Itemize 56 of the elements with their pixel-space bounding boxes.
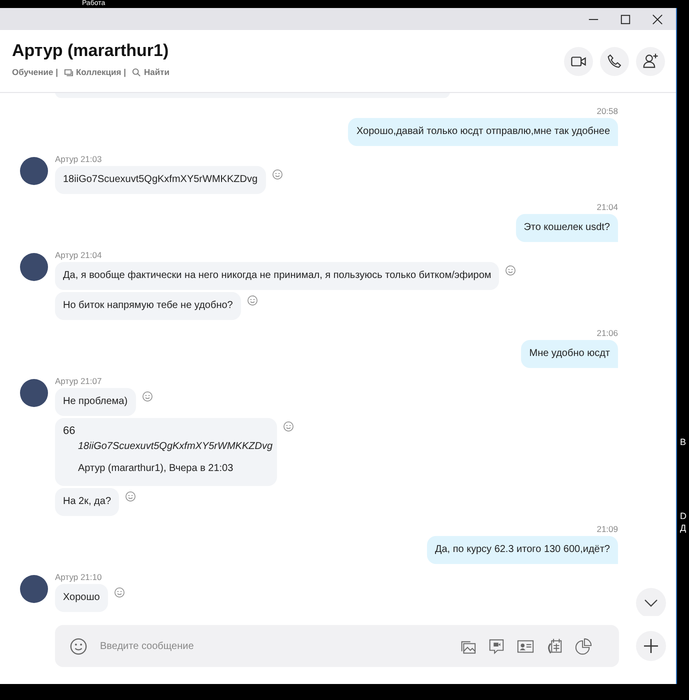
add-person-icon bbox=[642, 52, 660, 70]
emoji-icon[interactable] bbox=[272, 169, 283, 180]
poll-icon[interactable] bbox=[574, 636, 593, 656]
add-contact-button[interactable] bbox=[636, 46, 665, 76]
contact-name: Артур (mararthur1) bbox=[12, 41, 170, 61]
emoji-icon[interactable] bbox=[142, 391, 153, 402]
video-call-button[interactable] bbox=[564, 46, 593, 76]
message-bubble: На 2к, да? bbox=[55, 488, 120, 516]
header-link[interactable]: Коллекция | bbox=[76, 67, 126, 77]
message-sender: Артур 21:04 bbox=[55, 250, 103, 260]
video-message-icon[interactable] bbox=[487, 636, 506, 656]
desktop-label: Д bbox=[680, 522, 688, 534]
message-time: 21:09 bbox=[596, 524, 618, 534]
maximize-icon[interactable] bbox=[620, 14, 631, 24]
message-bubble: Хорошо,давай только юсдт отправлю,мне так удобнее bbox=[348, 118, 618, 146]
add-button[interactable] bbox=[636, 631, 666, 661]
message-bubble: Это кошелек usdt? bbox=[516, 214, 618, 242]
quote-source: Артур (mararthur1), Вчера в 21:03 bbox=[78, 463, 234, 474]
message-bubble: Хорошо bbox=[55, 584, 108, 612]
call-button[interactable] bbox=[600, 46, 629, 76]
plus-icon bbox=[643, 638, 659, 654]
scroll-down-button[interactable] bbox=[636, 588, 666, 616]
header-link[interactable]: Обучение | bbox=[12, 67, 58, 77]
message-time: 20:58 bbox=[596, 106, 618, 116]
close-icon[interactable] bbox=[652, 14, 663, 24]
avatar bbox=[20, 157, 48, 185]
emoji-icon[interactable] bbox=[505, 265, 516, 276]
quoted-text: 18iiGo7Scuexuvt5QgKxfmXY5rWMKKZDvg bbox=[77, 440, 274, 454]
emoji-icon[interactable] bbox=[125, 491, 136, 502]
message-input[interactable]: Введите сообщение bbox=[98, 640, 428, 652]
message-bubble: Да, по курсу 62.3 итого 130 600,идёт? bbox=[426, 536, 618, 564]
avatar bbox=[20, 575, 48, 603]
emoji-icon[interactable] bbox=[283, 421, 294, 432]
message-time: 21:06 bbox=[596, 328, 618, 338]
message-bubble: Но биток напрямую тебе не удобно? bbox=[55, 292, 241, 320]
message-bubble: Не проблема) bbox=[55, 388, 136, 416]
desktop-label: В bbox=[680, 436, 688, 448]
avatar bbox=[20, 253, 48, 281]
avatar bbox=[20, 379, 48, 407]
message-sender: Артур 21:03 bbox=[55, 154, 103, 164]
emoji-icon[interactable] bbox=[69, 636, 88, 656]
message-time: 21:04 bbox=[596, 202, 618, 212]
search-icon bbox=[132, 68, 141, 76]
quote-mark: 66 bbox=[63, 425, 76, 437]
message-sender: Артур 21:07 bbox=[55, 376, 103, 386]
emoji-icon[interactable] bbox=[114, 587, 125, 598]
scheduled-call-icon[interactable] bbox=[545, 636, 564, 656]
phone-icon bbox=[606, 52, 623, 70]
emoji-icon[interactable] bbox=[246, 295, 258, 306]
message-bubble: 18iiGo7Scuexuvt5QgKxfmXY5rWMKKZDvg bbox=[55, 166, 266, 194]
message-bubble: Мне удобно юсдт bbox=[521, 340, 618, 368]
desktop-label: D bbox=[680, 510, 688, 522]
message-bubble: Да, я вообще фактически на него никогда не принимал, я пользуюсь только битком/эфиром bbox=[55, 262, 500, 290]
gallery-icon bbox=[64, 68, 73, 76]
header-link[interactable]: Найти bbox=[144, 67, 170, 77]
message-sender: Артур 21:10 bbox=[55, 572, 103, 582]
